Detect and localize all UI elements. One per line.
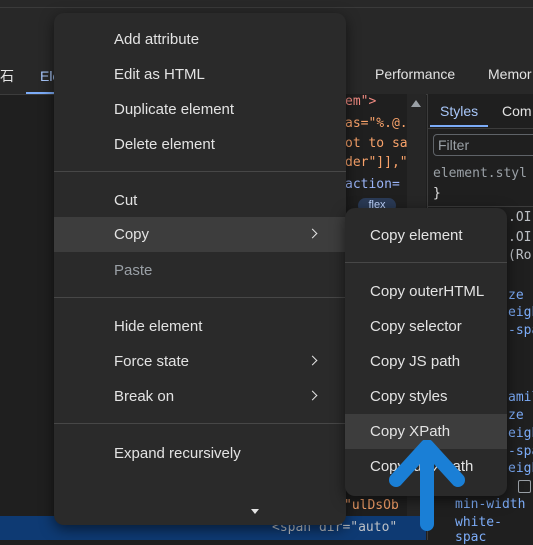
filter-box[interactable] [433,134,533,156]
code-line[interactable]: as="%.@. [345,116,407,131]
code-line[interactable]: action= [345,177,400,192]
menu-item-break-on[interactable]: Break on [54,379,346,414]
active-tab-indicator [430,125,488,127]
top-strip-divider [0,7,533,8]
tab-partial-icon[interactable]: 石 [0,66,14,86]
menu-scroll-down-icon[interactable] [251,509,259,514]
menu-item-copy-styles[interactable]: Copy styles [345,379,507,414]
menu-item-copy-outerhtml[interactable]: Copy outerHTML [345,274,507,309]
style-fragment: ze [508,408,524,423]
menu-item-label: Copy [114,226,150,243]
tab-computed[interactable]: Com [502,103,532,119]
tab-styles[interactable]: Styles [440,103,478,119]
tab-performance[interactable]: Performance [375,66,455,82]
menu-item-copy[interactable]: Copy [54,217,346,252]
menu-item-label: Cut [114,192,138,209]
annotation-arrow-icon [389,440,465,531]
menu-separator [345,262,507,263]
code-line[interactable]: em"> [345,94,376,109]
code-line[interactable]: der"]]," [345,155,407,170]
menu-item-cut[interactable]: Cut [54,183,346,218]
menu-separator [54,297,346,298]
styles-filter-input[interactable] [438,137,533,153]
chevron-right-icon [307,390,318,401]
menu-item-label: Add attribute [114,31,200,48]
style-fragment: -spa [508,444,533,459]
menu-item-paste: Paste [54,253,346,288]
menu-item-label: Copy styles [370,388,448,405]
style-fragment: eigh [508,305,533,320]
menu-item-copy-element[interactable]: Copy element [345,218,507,253]
menu-item-copy-js-path[interactable]: Copy JS path [345,344,507,379]
menu-item-edit-as-html[interactable]: Edit as HTML [54,57,346,92]
menu-item-label: Break on [114,388,175,405]
menu-item-copy-selector[interactable]: Copy selector [345,309,507,344]
element-style-selector[interactable]: element.styl [433,166,527,181]
tab-elements[interactable]: Ele [26,58,56,94]
menu-item-label: Edit as HTML [114,66,205,83]
style-fragment: -spa [508,323,533,338]
chevron-right-icon [307,355,318,366]
styles-divider [427,206,533,207]
style-fragment: eigh [508,461,533,476]
menu-item-label: Copy JS path [370,353,461,370]
context-menu: Add attribute Edit as HTML Duplicate ele… [54,13,346,525]
property-checkbox[interactable] [518,480,531,493]
menu-item-label: Copy outerHTML [370,283,485,300]
scroll-up-icon[interactable] [411,100,421,107]
style-fragment: amil [508,390,533,405]
menu-item-add-attribute[interactable]: Add attribute [54,22,346,57]
menu-item-expand-recursively[interactable]: Expand recursively [54,436,346,471]
chevron-right-icon [307,228,318,239]
menu-item-label: Copy selector [370,318,462,335]
menu-item-hide-element[interactable]: Hide element [54,309,346,344]
menu-item-force-state[interactable]: Force state [54,344,346,379]
menu-item-label: Duplicate element [114,101,235,118]
menu-item-label: Force state [114,353,190,370]
style-fragment: (Ro [508,248,532,263]
style-rule-brace: } [433,186,441,201]
menu-item-label: Copy element [370,227,463,244]
menu-separator [54,423,346,424]
menu-separator [54,171,346,172]
menu-item-label: Expand recursively [114,445,241,462]
tab-memory[interactable]: Memor [488,66,532,82]
menu-item-delete-element[interactable]: Delete element [54,127,346,162]
style-fragment: .OI [508,210,532,225]
code-line[interactable]: ot to sa [345,136,407,151]
style-fragment: .OI [508,230,532,245]
menu-item-label: Hide element [114,318,203,335]
menu-item-duplicate-element[interactable]: Duplicate element [54,92,346,127]
menu-item-label: Paste [114,262,153,279]
style-fragment: ze [508,288,524,303]
style-property[interactable]: white-spac [455,515,533,545]
menu-item-label: Delete element [114,136,215,153]
style-fragment: eigh [508,426,533,441]
